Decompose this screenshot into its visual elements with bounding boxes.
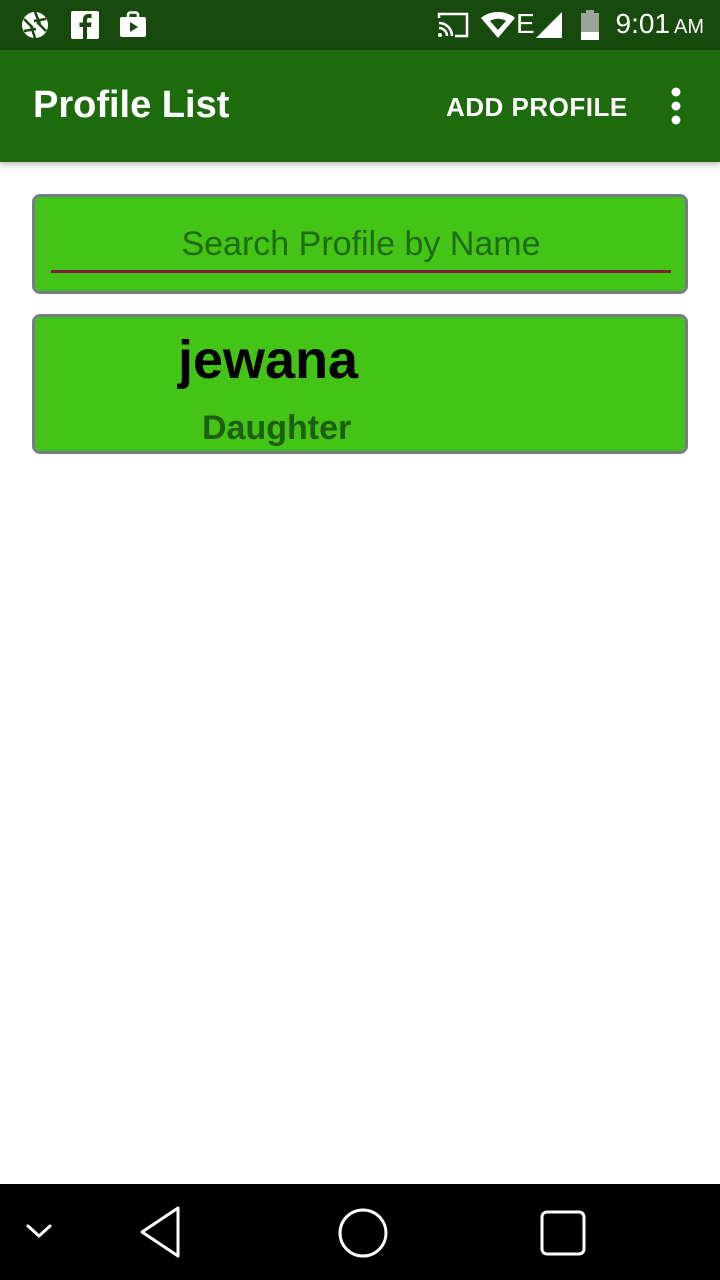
- search-card: [32, 194, 688, 294]
- cast-icon: [437, 12, 469, 38]
- status-time: 9:01 AM: [616, 8, 705, 40]
- recents-icon[interactable]: [538, 1208, 588, 1258]
- clock-time: 9:01: [615, 8, 671, 39]
- status-bar: E 9:01 AM: [0, 0, 720, 50]
- profile-relation: Daughter: [202, 409, 352, 447]
- back-icon[interactable]: [136, 1204, 186, 1260]
- home-icon[interactable]: [336, 1206, 390, 1260]
- add-profile-button[interactable]: ADD PROFILE: [446, 92, 628, 123]
- more-vert-icon[interactable]: [660, 86, 692, 126]
- search-input[interactable]: [51, 219, 671, 273]
- wifi-icon: [481, 12, 515, 38]
- signal-icon: [536, 12, 562, 38]
- profile-list-item[interactable]: jewana Daughter: [32, 314, 688, 454]
- network-e-icon: E: [516, 8, 535, 39]
- clock-ampm: AM: [674, 16, 704, 38]
- app-bar: Profile List ADD PROFILE: [0, 50, 720, 162]
- profile-name: jewana: [178, 330, 359, 390]
- chevron-down-icon[interactable]: [24, 1220, 54, 1242]
- store-bag-icon: [120, 11, 146, 37]
- battery-icon: [581, 10, 599, 40]
- facebook-icon: [71, 11, 99, 39]
- page-title: Profile List: [33, 84, 230, 126]
- navigation-bar: [0, 1184, 720, 1280]
- aperture-icon: [22, 11, 48, 39]
